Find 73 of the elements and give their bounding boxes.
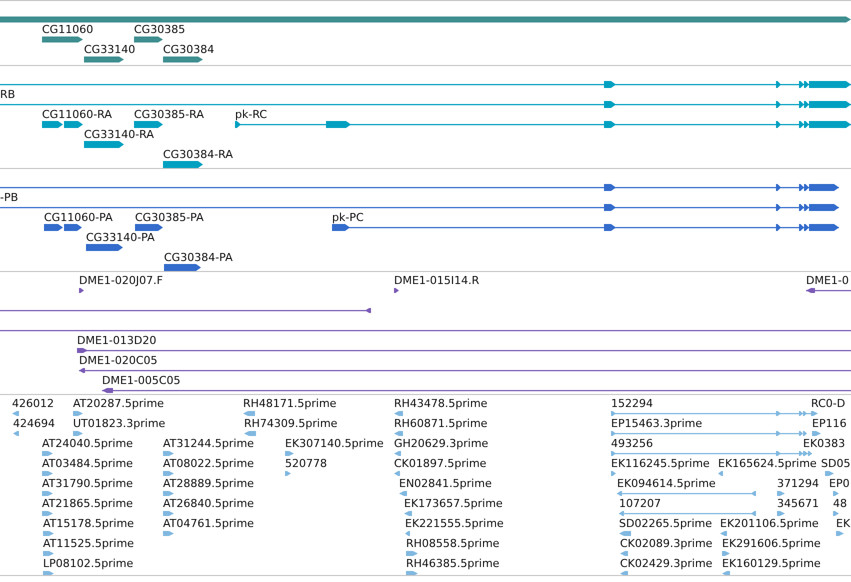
feature-label: EP0 (829, 477, 850, 490)
feature-label: EP116 (812, 417, 847, 430)
feature-label: LP08102.5prime (43, 557, 134, 570)
feature-label: EK165624.5prime (718, 457, 817, 470)
feature-label: RH74309.5prime (244, 417, 338, 430)
feature-label: CG30385-PA (135, 211, 204, 224)
feature-label: AT04761.5prime (163, 517, 254, 530)
feature-label: EK0383 (803, 437, 846, 450)
feature-label: SD02265.5prime (619, 517, 712, 530)
feature-label: SD05 (821, 457, 850, 470)
feature-label: RH43478.5prime (394, 397, 488, 410)
feature-label: 107207 (619, 497, 661, 510)
feature-label: RH48171.5prime (243, 397, 336, 410)
feature-label: CG30384-PA (164, 251, 233, 264)
feature-label: RC0-D (811, 397, 846, 410)
feature-label: AT15178.5prime (43, 517, 134, 530)
feature-label: CG30385-RA (134, 108, 204, 121)
feature-label: EK201106.5prime (720, 517, 819, 530)
feature-label: CG33140 (84, 43, 136, 56)
feature-label: AT24040.5prime (42, 437, 133, 450)
feature-label: AT21865.5prime (42, 497, 133, 510)
feature-label: EK173657.5prime (404, 497, 503, 510)
feature-label: 371294 (777, 477, 819, 490)
feature-label: 345671 (777, 497, 819, 510)
feature-label: DME1-020C05 (79, 354, 158, 367)
feature-label: AT31790.5prime (42, 477, 133, 490)
feature-label: CK02429.3prime (620, 557, 712, 570)
feature-label: 424694 (13, 417, 55, 430)
feature-label: 152294 (611, 397, 653, 410)
feature-label: 520778 (285, 457, 327, 470)
feature-label: RH60871.5prime (394, 417, 488, 430)
feature-label: AT20287.5prime (73, 397, 164, 410)
feature-label: EK160129.5prime (722, 557, 821, 570)
feature-label: DME1-005C05 (102, 374, 181, 387)
feature-label: pk-PC (332, 211, 364, 224)
feature-label: EP15463.3prime (611, 417, 702, 430)
feature-label: 48 (833, 497, 847, 510)
feature-label: AT28889.5prime (163, 477, 254, 490)
feature-label: CG11060-PA (44, 211, 113, 224)
feature-label: 426012 (12, 397, 54, 410)
feature-label: CK01897.5prime (394, 457, 486, 470)
feature-label: CG11060 (42, 23, 94, 36)
feature-label: CG33140-PA (86, 231, 155, 244)
feature-label: AT11525.5prime (43, 537, 134, 550)
feature-label: EK116245.5prime (611, 457, 710, 470)
feature-label: AT03484.5prime (42, 457, 133, 470)
feature-label: GH20629.3prime (394, 437, 488, 450)
feature-label: RH46385.5prime (406, 557, 500, 570)
feature-label: CG30384 (163, 43, 214, 56)
feature-label: AT26840.5prime (163, 497, 254, 510)
feature-label: RB (0, 88, 16, 101)
feature-label: DME1-015I14.R (394, 274, 480, 287)
feature-label: DME1-013D20 (77, 334, 156, 347)
feature-label: AT31244.5prime (163, 437, 254, 450)
feature-label: CK02089.3prime (620, 537, 712, 550)
feature-label: CG33140-RA (84, 128, 154, 141)
feature-label: EK (836, 517, 850, 530)
feature-label: DME1-0 (806, 274, 849, 287)
feature-label: EN02841.5prime (399, 477, 492, 490)
feature-label: EK291606.5prime (722, 537, 821, 550)
feature-label: CG30384-RA (163, 148, 233, 161)
feature-label: EK221555.5prime (405, 517, 504, 530)
feature-label: RH08558.5prime (406, 537, 500, 550)
feature-label: EK094614.5prime (617, 477, 716, 490)
feature-label: -PB (0, 191, 18, 204)
feature-label: CG11060-RA (42, 108, 112, 121)
feature-label: UT01823.3prime (73, 417, 166, 430)
feature-label: 493256 (611, 437, 653, 450)
feature-label: pk-RC (235, 108, 268, 121)
feature-label: EK307140.5prime (285, 437, 384, 450)
feature-label: AT08022.5prime (163, 457, 254, 470)
feature-label: CG30385 (134, 23, 186, 36)
feature-label: DME1-020J07.F (79, 274, 163, 287)
